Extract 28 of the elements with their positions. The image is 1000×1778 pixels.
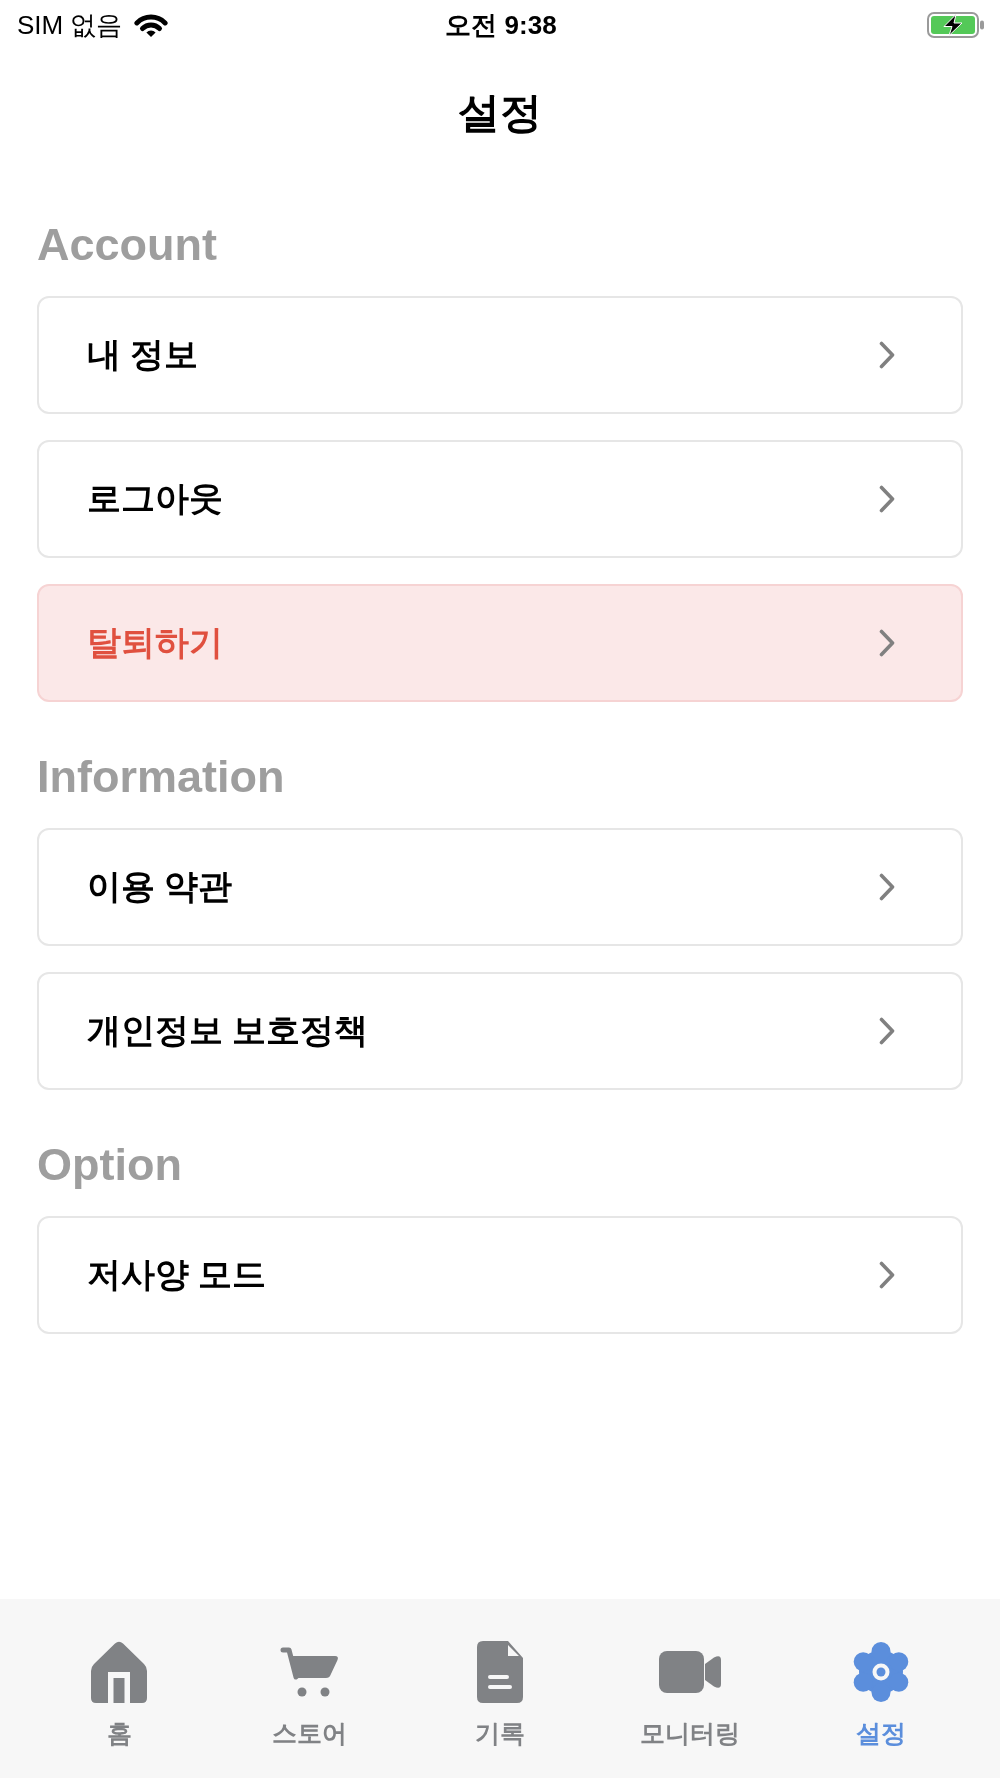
wifi-icon bbox=[134, 12, 169, 38]
chevron-icon bbox=[879, 1017, 895, 1045]
section-heading: Option bbox=[37, 1139, 182, 1191]
battery-icon bbox=[927, 12, 985, 38]
video-camera-icon bbox=[659, 1651, 722, 1693]
section-heading: Information bbox=[37, 751, 285, 803]
settings-row[interactable]: 내 정보 bbox=[37, 296, 963, 414]
settings-row[interactable]: 로그아웃 bbox=[37, 440, 963, 558]
settings-row[interactable]: 개인정보 보호정책 bbox=[37, 972, 963, 1090]
carrier-text: SIM 없음 bbox=[17, 10, 123, 40]
chevron-icon bbox=[879, 873, 895, 901]
chevron-icon bbox=[879, 1261, 895, 1289]
chevron-icon bbox=[879, 485, 895, 513]
tab-item[interactable]: 스토어 bbox=[214, 1641, 405, 1748]
cart-icon bbox=[279, 1646, 340, 1698]
tab-item[interactable]: 기록 bbox=[404, 1641, 596, 1748]
tab-item[interactable]: 모니터링 bbox=[595, 1641, 786, 1748]
tab-item[interactable]: 홈 bbox=[24, 1641, 215, 1748]
settings-row[interactable]: 이용 약관 bbox=[37, 828, 963, 946]
chevron-icon bbox=[879, 629, 895, 657]
settings-row[interactable]: 저사양 모드 bbox=[37, 1216, 963, 1334]
tab-item[interactable]: 설정 bbox=[785, 1641, 977, 1748]
chevron-icon bbox=[879, 341, 895, 369]
clock-time: 오전 9:38 bbox=[445, 10, 557, 40]
page-title: 설정 bbox=[458, 88, 542, 138]
document-icon bbox=[477, 1641, 523, 1703]
section-heading: Account bbox=[37, 219, 217, 271]
home-icon bbox=[91, 1641, 148, 1703]
